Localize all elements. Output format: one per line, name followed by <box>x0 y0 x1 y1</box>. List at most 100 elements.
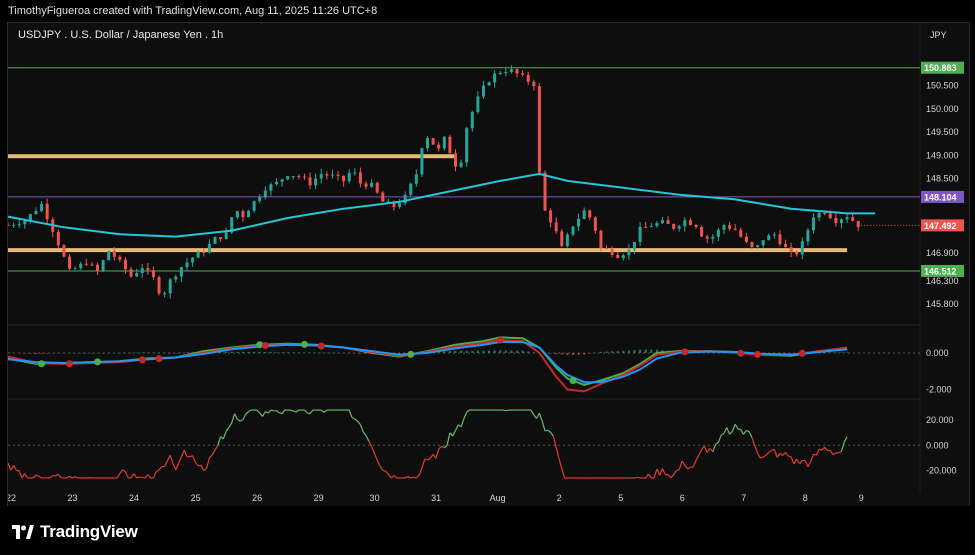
candle-body <box>336 174 340 176</box>
x-tick-label: 9 <box>859 493 864 503</box>
oscillator-segment <box>142 476 146 479</box>
candle-body <box>666 220 670 225</box>
candle-body <box>784 243 788 248</box>
macd-histogram-bar <box>566 352 569 356</box>
macd-histogram-bar <box>281 352 284 353</box>
oscillator-segment <box>754 445 759 454</box>
macd-histogram-bar <box>471 350 474 353</box>
oscillator-segment <box>466 409 470 413</box>
candle-body <box>17 224 21 226</box>
macd-cross-marker <box>681 348 689 356</box>
macd-histogram-bar <box>717 352 720 354</box>
macd-histogram-bar <box>247 351 250 353</box>
macd-histogram-bar <box>174 352 177 354</box>
macd-histogram-bar <box>588 352 591 354</box>
oscillator-segment <box>807 461 812 468</box>
candle-body <box>756 245 760 247</box>
oscillator-segment <box>323 409 328 413</box>
macd-histogram-bar <box>74 352 77 354</box>
oscillator-segment <box>119 469 124 474</box>
candle-body <box>358 172 362 184</box>
oscillator-segment <box>790 456 795 465</box>
macd-line <box>8 339 848 393</box>
oscillator-segment <box>72 476 76 479</box>
oscillator-segment <box>435 448 440 459</box>
macd-histogram-bar <box>627 350 630 353</box>
candle-body <box>515 69 519 74</box>
macd-cross-marker <box>66 360 74 368</box>
oscillator-segment <box>390 475 395 479</box>
oscillator-segment <box>734 423 739 430</box>
candle-body <box>845 217 849 220</box>
candle-body <box>213 237 217 244</box>
x-tick-label: 5 <box>618 493 623 503</box>
macd-cross-marker <box>317 342 325 350</box>
x-tick-label: 23 <box>68 493 78 503</box>
candle-body <box>800 241 804 255</box>
macd-histogram-bar <box>460 350 463 353</box>
oscillator-segment <box>670 474 675 479</box>
macd-histogram-bar <box>359 352 362 354</box>
candle-body <box>532 81 536 87</box>
oscillator-segment <box>225 427 230 432</box>
macd-histogram-bar <box>269 352 272 353</box>
oscillator-segment <box>810 453 815 462</box>
candle-body <box>112 250 116 257</box>
oscillator-segment <box>815 448 820 456</box>
candle-body <box>302 176 306 178</box>
candle-body <box>34 210 38 215</box>
candle-body <box>123 259 127 270</box>
candle-body <box>23 220 27 225</box>
candle-body <box>163 293 167 295</box>
oscillator-segment <box>158 466 163 471</box>
oscillator-segment <box>222 430 227 440</box>
chart-svg[interactable]: USDJPY . U.S. Dollar / Japanese Yen . 1h… <box>8 23 969 507</box>
oscillator-segment <box>242 413 247 421</box>
oscillator-segment <box>547 429 551 433</box>
price-tick-label: 149.500 <box>926 127 959 137</box>
macd-histogram-bar <box>79 352 82 354</box>
oscillator-segment <box>169 455 174 464</box>
candle-body <box>739 229 743 237</box>
candle-body <box>543 172 547 211</box>
oscillator-segment <box>261 411 266 417</box>
candle-body <box>347 172 351 182</box>
macd-histogram-bar <box>96 352 99 354</box>
price-label: 147.492 <box>924 221 957 231</box>
macd-histogram-bar <box>633 350 636 353</box>
macd-histogram-bar <box>482 350 485 353</box>
macd-histogram-bar <box>571 352 574 355</box>
macd-tick-label: 0.000 <box>926 348 949 358</box>
oscillator-segment <box>460 418 465 427</box>
candle-body <box>45 203 49 220</box>
oscillator-segment <box>18 470 23 479</box>
macd-histogram-bar <box>68 352 71 354</box>
oscillator-tick-label: 20.000 <box>926 415 954 425</box>
price-tick-label: 145.800 <box>926 299 959 309</box>
candle-body <box>308 177 312 186</box>
macd-histogram-bar <box>616 351 619 353</box>
candle-body <box>616 254 620 259</box>
candle-body <box>448 136 452 154</box>
candle-body <box>84 263 88 265</box>
tradingview-logo[interactable]: TradingView <box>12 522 138 542</box>
macd-cross-marker <box>94 358 101 366</box>
candle-body <box>789 247 793 252</box>
candle-body <box>426 138 430 149</box>
oscillator-segment <box>290 409 294 412</box>
macd-histogram-bar <box>320 352 323 354</box>
candle-body <box>168 279 172 294</box>
chart-panel[interactable]: USDJPY . U.S. Dollar / Japanese Yen . 1h… <box>7 22 970 508</box>
oscillator-segment <box>387 474 392 479</box>
oscillator-segment <box>228 422 233 428</box>
oscillator-segment <box>217 436 222 446</box>
candle-body <box>224 232 228 239</box>
macd-histogram-bar <box>124 352 127 354</box>
oscillator-segment <box>8 462 12 471</box>
x-tick-label: 6 <box>680 493 685 503</box>
oscillator-segment <box>449 432 454 437</box>
oscillator-segment <box>180 449 185 458</box>
macd-cross-marker <box>138 356 146 364</box>
candle-body <box>62 245 66 257</box>
candle-body <box>146 268 150 271</box>
